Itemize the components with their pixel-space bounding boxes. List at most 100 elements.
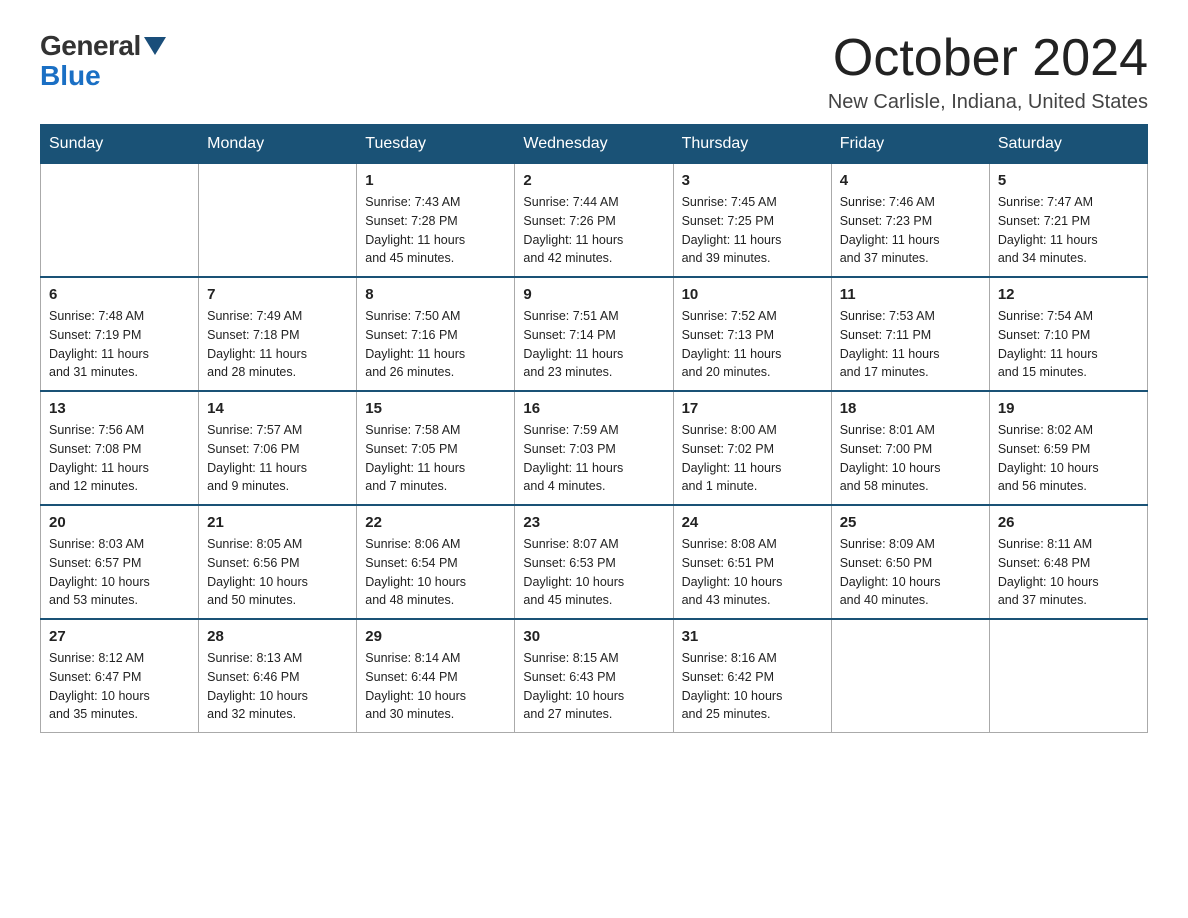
day-number: 22 [365, 514, 506, 531]
day-info: Sunrise: 8:06 AM Sunset: 6:54 PM Dayligh… [365, 535, 506, 610]
day-number: 20 [49, 514, 190, 531]
day-info: Sunrise: 8:12 AM Sunset: 6:47 PM Dayligh… [49, 649, 190, 724]
day-info: Sunrise: 7:49 AM Sunset: 7:18 PM Dayligh… [207, 307, 348, 382]
calendar-body: 1 Sunrise: 7:43 AM Sunset: 7:28 PM Daylig… [41, 164, 1148, 733]
logo-blue: Blue [40, 60, 101, 92]
calendar-cell: 11 Sunrise: 7:53 AM Sunset: 7:11 PM Dayli… [831, 277, 989, 391]
calendar-week-row: 27 Sunrise: 8:12 AM Sunset: 6:47 PM Dayli… [41, 619, 1148, 733]
day-number: 3 [682, 172, 823, 189]
day-info: Sunrise: 8:08 AM Sunset: 6:51 PM Dayligh… [682, 535, 823, 610]
day-number: 5 [998, 172, 1139, 189]
day-number: 8 [365, 286, 506, 303]
day-info: Sunrise: 8:16 AM Sunset: 6:42 PM Dayligh… [682, 649, 823, 724]
day-number: 2 [523, 172, 664, 189]
page-header: General Blue October 2024 New Carlisle, … [40, 30, 1148, 114]
calendar-cell: 5 Sunrise: 7:47 AM Sunset: 7:21 PM Daylig… [989, 164, 1147, 278]
day-info: Sunrise: 8:03 AM Sunset: 6:57 PM Dayligh… [49, 535, 190, 610]
day-info: Sunrise: 7:51 AM Sunset: 7:14 PM Dayligh… [523, 307, 664, 382]
day-number: 30 [523, 628, 664, 645]
day-number: 18 [840, 400, 981, 417]
calendar-cell: 2 Sunrise: 7:44 AM Sunset: 7:26 PM Daylig… [515, 164, 673, 278]
day-info: Sunrise: 8:01 AM Sunset: 7:00 PM Dayligh… [840, 421, 981, 496]
calendar-cell: 14Sunrise: 7:57 AM Sunset: 7:06 PM Dayli… [199, 391, 357, 505]
day-info: Sunrise: 7:45 AM Sunset: 7:25 PM Dayligh… [682, 193, 823, 268]
day-number: 11 [840, 286, 981, 303]
day-number: 25 [840, 514, 981, 531]
calendar-cell: 26 Sunrise: 8:11 AM Sunset: 6:48 PM Dayli… [989, 505, 1147, 619]
calendar-table: SundayMondayTuesdayWednesdayThursdayFrid… [40, 124, 1148, 733]
day-number: 17 [682, 400, 823, 417]
header-day-friday: Friday [831, 125, 989, 164]
calendar-cell: 24 Sunrise: 8:08 AM Sunset: 6:51 PM Dayli… [673, 505, 831, 619]
header-day-thursday: Thursday [673, 125, 831, 164]
day-info: Sunrise: 7:56 AM Sunset: 7:08 PM Dayligh… [49, 421, 190, 496]
calendar-cell: 1 Sunrise: 7:43 AM Sunset: 7:28 PM Daylig… [357, 164, 515, 278]
day-number: 27 [49, 628, 190, 645]
day-info: Sunrise: 7:48 AM Sunset: 7:19 PM Dayligh… [49, 307, 190, 382]
calendar-cell: 4Sunrise: 7:46 AM Sunset: 7:23 PM Daylig… [831, 164, 989, 278]
calendar-cell: 20 Sunrise: 8:03 AM Sunset: 6:57 PM Dayli… [41, 505, 199, 619]
day-number: 1 [365, 172, 506, 189]
day-number: 26 [998, 514, 1139, 531]
day-number: 13 [49, 400, 190, 417]
calendar-cell: 7Sunrise: 7:49 AM Sunset: 7:18 PM Daylig… [199, 277, 357, 391]
logo-general: General [40, 30, 141, 62]
calendar-header: SundayMondayTuesdayWednesdayThursdayFrid… [41, 125, 1148, 164]
day-info: Sunrise: 8:11 AM Sunset: 6:48 PM Dayligh… [998, 535, 1139, 610]
calendar-cell: 13 Sunrise: 7:56 AM Sunset: 7:08 PM Dayli… [41, 391, 199, 505]
day-info: Sunrise: 8:00 AM Sunset: 7:02 PM Dayligh… [682, 421, 823, 496]
day-number: 10 [682, 286, 823, 303]
day-number: 19 [998, 400, 1139, 417]
day-info: Sunrise: 8:07 AM Sunset: 6:53 PM Dayligh… [523, 535, 664, 610]
logo-arrow-icon [144, 37, 166, 55]
day-info: Sunrise: 8:15 AM Sunset: 6:43 PM Dayligh… [523, 649, 664, 724]
day-info: Sunrise: 7:52 AM Sunset: 7:13 PM Dayligh… [682, 307, 823, 382]
calendar-cell: 10 Sunrise: 7:52 AM Sunset: 7:13 PM Dayli… [673, 277, 831, 391]
calendar-cell: 30 Sunrise: 8:15 AM Sunset: 6:43 PM Dayli… [515, 619, 673, 733]
day-number: 29 [365, 628, 506, 645]
day-number: 21 [207, 514, 348, 531]
calendar-cell: 21 Sunrise: 8:05 AM Sunset: 6:56 PM Dayli… [199, 505, 357, 619]
logo: General Blue [40, 30, 166, 92]
day-info: Sunrise: 7:58 AM Sunset: 7:05 PM Dayligh… [365, 421, 506, 496]
calendar-cell: 22 Sunrise: 8:06 AM Sunset: 6:54 PM Dayli… [357, 505, 515, 619]
calendar-cell: 19Sunrise: 8:02 AM Sunset: 6:59 PM Dayli… [989, 391, 1147, 505]
header-day-monday: Monday [199, 125, 357, 164]
calendar-cell: 27 Sunrise: 8:12 AM Sunset: 6:47 PM Dayli… [41, 619, 199, 733]
day-info: Sunrise: 7:50 AM Sunset: 7:16 PM Dayligh… [365, 307, 506, 382]
day-info: Sunrise: 7:53 AM Sunset: 7:11 PM Dayligh… [840, 307, 981, 382]
day-number: 4 [840, 172, 981, 189]
calendar-cell: 8 Sunrise: 7:50 AM Sunset: 7:16 PM Daylig… [357, 277, 515, 391]
day-number: 9 [523, 286, 664, 303]
day-info: Sunrise: 8:14 AM Sunset: 6:44 PM Dayligh… [365, 649, 506, 724]
day-info: Sunrise: 7:44 AM Sunset: 7:26 PM Dayligh… [523, 193, 664, 268]
calendar-week-row: 6Sunrise: 7:48 AM Sunset: 7:19 PM Daylig… [41, 277, 1148, 391]
calendar-cell: 6Sunrise: 7:48 AM Sunset: 7:19 PM Daylig… [41, 277, 199, 391]
calendar-week-row: 1 Sunrise: 7:43 AM Sunset: 7:28 PM Daylig… [41, 164, 1148, 278]
day-number: 24 [682, 514, 823, 531]
day-info: Sunrise: 8:05 AM Sunset: 6:56 PM Dayligh… [207, 535, 348, 610]
calendar-cell: 25Sunrise: 8:09 AM Sunset: 6:50 PM Dayli… [831, 505, 989, 619]
calendar-cell: 3 Sunrise: 7:45 AM Sunset: 7:25 PM Daylig… [673, 164, 831, 278]
day-number: 23 [523, 514, 664, 531]
calendar-cell [199, 164, 357, 278]
calendar-cell: 31Sunrise: 8:16 AM Sunset: 6:42 PM Dayli… [673, 619, 831, 733]
day-info: Sunrise: 7:47 AM Sunset: 7:21 PM Dayligh… [998, 193, 1139, 268]
day-info: Sunrise: 7:43 AM Sunset: 7:28 PM Dayligh… [365, 193, 506, 268]
page-subtitle: New Carlisle, Indiana, United States [828, 91, 1148, 114]
day-info: Sunrise: 7:54 AM Sunset: 7:10 PM Dayligh… [998, 307, 1139, 382]
calendar-cell: 16 Sunrise: 7:59 AM Sunset: 7:03 PM Dayli… [515, 391, 673, 505]
calendar-cell: 15Sunrise: 7:58 AM Sunset: 7:05 PM Dayli… [357, 391, 515, 505]
calendar-cell [41, 164, 199, 278]
header-day-tuesday: Tuesday [357, 125, 515, 164]
calendar-cell: 18 Sunrise: 8:01 AM Sunset: 7:00 PM Dayli… [831, 391, 989, 505]
calendar-cell: 9 Sunrise: 7:51 AM Sunset: 7:14 PM Daylig… [515, 277, 673, 391]
calendar-week-row: 20 Sunrise: 8:03 AM Sunset: 6:57 PM Dayli… [41, 505, 1148, 619]
calendar-cell [989, 619, 1147, 733]
calendar-week-row: 13 Sunrise: 7:56 AM Sunset: 7:08 PM Dayli… [41, 391, 1148, 505]
day-number: 16 [523, 400, 664, 417]
day-info: Sunrise: 7:59 AM Sunset: 7:03 PM Dayligh… [523, 421, 664, 496]
title-section: October 2024 New Carlisle, Indiana, Unit… [828, 30, 1148, 114]
calendar-cell: 28Sunrise: 8:13 AM Sunset: 6:46 PM Dayli… [199, 619, 357, 733]
calendar-cell: 29 Sunrise: 8:14 AM Sunset: 6:44 PM Dayli… [357, 619, 515, 733]
